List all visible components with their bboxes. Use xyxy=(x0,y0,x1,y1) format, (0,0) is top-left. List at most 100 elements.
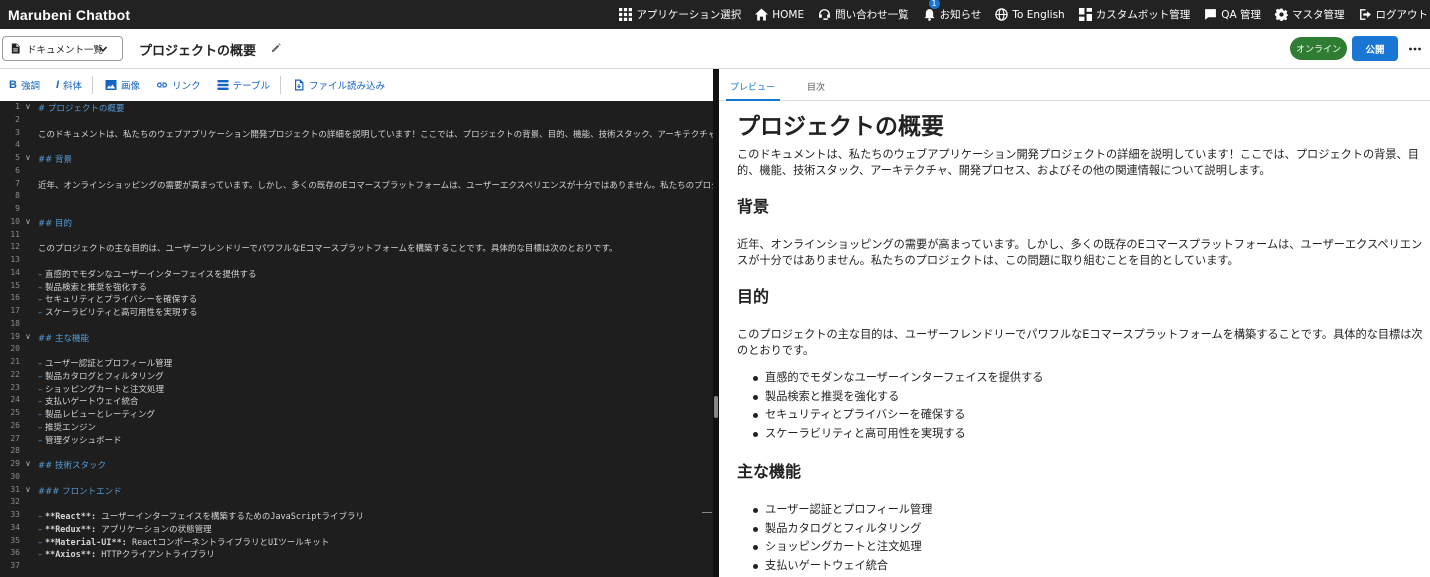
markdown-list-item: – 支払いゲートウェイ統合 xyxy=(38,395,138,407)
file-import-button[interactable]: ファイル読み込み xyxy=(293,78,385,92)
editor-line[interactable]: 4 xyxy=(0,140,713,152)
markdown-list-item: – **Axios**: HTTPクライアントライブラリ xyxy=(38,548,215,560)
markdown-editor[interactable]: 1 ∨ # プロジェクトの概要 2 3 このドキュメントは、私たちのウェブアプリケーション… xyxy=(0,101,713,577)
editor-line[interactable]: 1 ∨ # プロジェクトの概要 xyxy=(0,102,713,114)
fold-chevron-icon[interactable]: ∨ xyxy=(25,332,31,341)
split-drag-handle[interactable] xyxy=(714,396,718,418)
editor-line[interactable]: 7 近年、オンラインショッピングの需要が高まっています。しかし、多くの既存のEコマ… xyxy=(0,179,713,191)
line-number: 17 xyxy=(10,306,20,315)
list-item: セキュリティとプライバシーを確保する xyxy=(752,406,1043,425)
fold-chevron-icon[interactable]: ∨ xyxy=(25,153,31,162)
bold-icon: B xyxy=(9,79,17,91)
tab-preview[interactable]: プレビュー xyxy=(730,80,775,93)
editor-line[interactable]: 37 xyxy=(0,561,713,573)
list-text: 支払いゲートウェイ統合 xyxy=(44,397,139,408)
line-number: 29 xyxy=(10,459,20,468)
line-number: 19 xyxy=(10,331,20,341)
editor-line[interactable]: 9 xyxy=(0,204,713,216)
editor-line[interactable]: 25 – 製品レビューとレーティング xyxy=(0,408,713,420)
editor-line[interactable]: 19 ∨ ## 主な機能 xyxy=(0,332,713,344)
editor-line[interactable]: 30 xyxy=(0,472,713,484)
document-list-select[interactable]: ドキュメント一覧 xyxy=(2,36,123,61)
editor-line[interactable]: 16 – セキュリティとプライバシーを確保する xyxy=(0,293,713,305)
editor-line[interactable]: 36 – **Axios**: HTTPクライアントライブラリ xyxy=(0,548,713,560)
nav-home[interactable]: HOME xyxy=(755,8,804,21)
editor-line[interactable]: 20 xyxy=(0,344,713,356)
nav-notifications[interactable]: 1 お知らせ xyxy=(923,0,981,22)
line-number: 24 xyxy=(10,395,20,405)
editor-line[interactable]: 6 xyxy=(0,166,713,178)
editor-line[interactable]: 35 – **Material-UI**: ReactコンポーネントライブラリとU… xyxy=(0,536,713,548)
list-item: スケーラビリティと高可用性を実現する xyxy=(752,425,1043,444)
editor-line[interactable]: 27 – 管理ダッシュボード xyxy=(0,434,713,446)
editor-line[interactable]: 11 xyxy=(0,230,713,242)
editor-line[interactable]: 29 ∨ ## 技術スタック xyxy=(0,459,713,471)
markdown-list-item: – 直感的でモダンなユーザーインターフェイスを提供する xyxy=(38,268,257,280)
list-item: 製品カタログとフィルタリング xyxy=(752,520,932,539)
editor-line[interactable]: 22 – 製品カタログとフィルタリング xyxy=(0,370,713,382)
editor-line[interactable]: 18 xyxy=(0,319,713,331)
brand-title[interactable]: Marubeni Chatbot xyxy=(0,7,130,23)
fold-chevron-icon[interactable]: ∨ xyxy=(25,459,31,468)
editor-line[interactable]: 17 – スケーラビリティと高可用性を実現する xyxy=(0,306,713,318)
toolbar-divider xyxy=(92,76,94,94)
italic-icon: I xyxy=(55,79,60,91)
line-number: 13 xyxy=(10,255,20,264)
line-number: 30 xyxy=(10,471,20,481)
editor-toolbar: B 強調 I 斜体 画像 リンク テーブル ファイル読み込み xyxy=(0,69,713,101)
editor-line[interactable]: 10 ∨ ## 目的 xyxy=(0,217,713,229)
editor-line[interactable]: 13 xyxy=(0,255,713,267)
editor-line[interactable]: 15 – 製品検索と推奨を強化する xyxy=(0,281,713,293)
table-button[interactable]: テーブル xyxy=(217,78,270,92)
line-number: 16 xyxy=(10,293,20,303)
editor-line[interactable]: 31 ∨ ### フロントエンド xyxy=(0,485,713,497)
tab-toc[interactable]: 目次 xyxy=(807,80,825,93)
more-options-icon[interactable] xyxy=(1408,42,1422,56)
editor-line[interactable]: 8 xyxy=(0,191,713,203)
bold-button[interactable]: B 強調 xyxy=(9,78,40,92)
list-dash: – xyxy=(38,308,45,318)
editor-line[interactable]: 24 – 支払いゲートウェイ統合 xyxy=(0,395,713,407)
toolbar-divider xyxy=(280,76,282,94)
editor-line[interactable]: 12 このプロジェクトの主な目的は、ユーザーフレンドリーでパワフルなEコマースプラ… xyxy=(0,242,713,254)
italic-button[interactable]: I 斜体 xyxy=(56,78,82,92)
fold-chevron-icon[interactable]: ∨ xyxy=(25,485,31,494)
nav-qa[interactable]: QA 管理 xyxy=(1204,7,1261,22)
nav-master[interactable]: マスタ管理 xyxy=(1275,7,1345,22)
preview-intro: このドキュメントは、私たちのウェブアプリケーション開発プロジェクトの詳細を説明し… xyxy=(737,148,1419,177)
fold-chevron-icon[interactable]: ∨ xyxy=(25,217,31,226)
editor-line[interactable]: 32 xyxy=(0,497,713,509)
nav-language[interactable]: To English xyxy=(995,8,1065,21)
list-text: 製品レビューとレーティング xyxy=(44,410,155,420)
list-text: HTTPクライアントライブラリ xyxy=(96,550,215,561)
editor-line[interactable]: 34 – **Redux**: アプリケーションの状態管理 xyxy=(0,523,713,535)
editor-line[interactable]: 14 – 直感的でモダンなユーザーインターフェイスを提供する xyxy=(0,268,713,280)
line-number: 31 xyxy=(10,484,20,494)
editor-line[interactable]: 33 – **React**: ユーザーインターフェイスを構築するためのJavaS… xyxy=(0,510,713,522)
document-title[interactable]: プロジェクトの概要 xyxy=(139,40,256,59)
preview-background-text: 近年、オンラインショッピングの需要が高まっています。しかし、多くの既存のEコマー… xyxy=(737,238,1423,267)
list-item: 製品検索と推奨を強化する xyxy=(752,388,1043,407)
editor-line[interactable]: 28 xyxy=(0,446,713,458)
editor-line[interactable]: 23 – ショッピングカートと注文処理 xyxy=(0,383,713,395)
nav-custom-bot[interactable]: カスタムボット管理 xyxy=(1078,7,1190,22)
editor-line[interactable]: 2 xyxy=(0,115,713,127)
list-dash: – xyxy=(38,397,45,408)
editor-line[interactable]: 26 – 推奨エンジン xyxy=(0,421,713,433)
nav-app-select[interactable]: アプリケーション選択 xyxy=(619,7,741,22)
nav-logout[interactable]: ログアウト xyxy=(1359,7,1428,22)
dashboard-icon xyxy=(1078,8,1092,21)
editor-line[interactable]: 5 ∨ ## 背景 xyxy=(0,153,713,165)
editor-line[interactable]: 3 このドキュメントは、私たちのウェブアプリケーション開発プロジェクトの詳細を説明… xyxy=(0,128,713,140)
online-status-button[interactable]: オンライン xyxy=(1290,37,1347,60)
line-number: 36 xyxy=(10,548,20,558)
image-button[interactable]: 画像 xyxy=(105,78,140,92)
publish-button[interactable]: 公開 xyxy=(1352,36,1398,61)
line-number: 12 xyxy=(10,242,20,252)
markdown-preview: プロジェクトの概要 このドキュメントは、私たちのウェブアプリケーション開発プロジ… xyxy=(719,101,1430,577)
link-button[interactable]: リンク xyxy=(156,78,201,92)
editor-line[interactable]: 21 – ユーザー認証とプロフィール管理 xyxy=(0,357,713,369)
fold-chevron-icon[interactable]: ∨ xyxy=(25,102,31,111)
pencil-icon[interactable] xyxy=(271,43,281,53)
nav-inquiries[interactable]: 問い合わせ一覧 xyxy=(818,7,909,22)
